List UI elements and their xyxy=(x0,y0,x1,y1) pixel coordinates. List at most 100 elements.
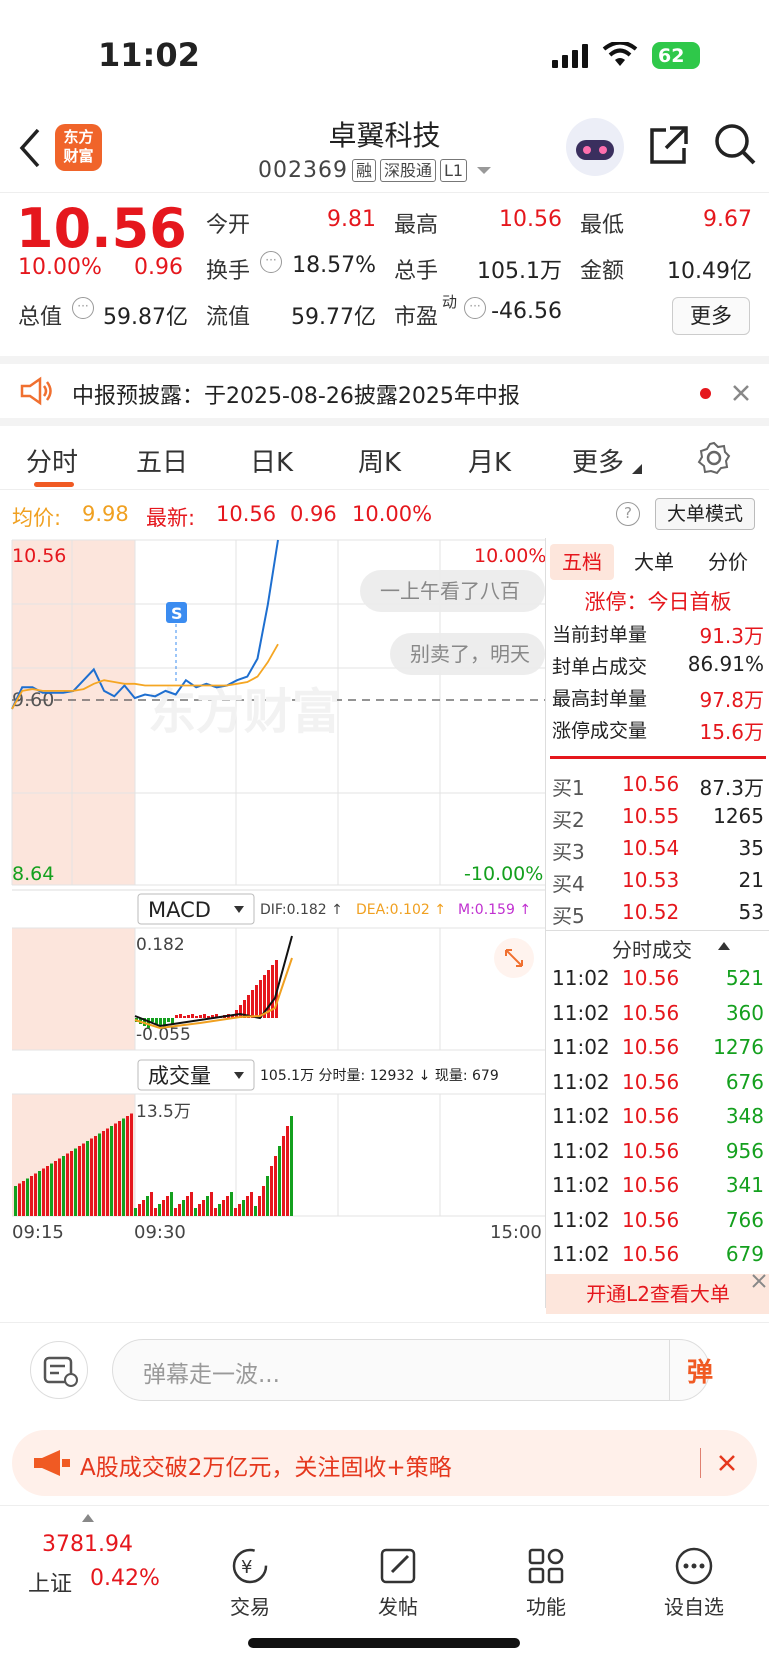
nav-post[interactable]: 发帖 xyxy=(348,1546,448,1620)
volume-bar xyxy=(210,1192,213,1216)
speaker-icon xyxy=(20,376,52,406)
collapse-caret-icon xyxy=(718,942,730,950)
volume-bar xyxy=(226,1196,229,1216)
robot-avatar-icon[interactable] xyxy=(566,118,624,176)
volume-bar xyxy=(22,1181,25,1216)
y-top-label: 10.56 xyxy=(12,545,66,567)
tab-more[interactable]: 更多 xyxy=(572,442,624,479)
volume-bar xyxy=(138,1204,141,1216)
up-caret-icon xyxy=(82,1514,94,1522)
tab-price-dist[interactable]: 分价 xyxy=(708,544,748,580)
macd-bar xyxy=(167,1018,170,1022)
index-name[interactable]: 上证 xyxy=(28,1566,72,1598)
notice-bar[interactable]: 中报预披露：于2025-08-26披露2025年中报 xyxy=(0,356,769,416)
volume-stats: 105.1万 分时量: 12932 ↓ 现量: 679 xyxy=(260,1068,499,1084)
close-icon[interactable] xyxy=(732,384,750,402)
more-dots-icon xyxy=(675,1547,713,1585)
close-icon[interactable] xyxy=(752,1274,766,1288)
macd-bar xyxy=(255,985,258,1018)
danmu-settings-button[interactable] xyxy=(30,1341,88,1399)
ticks-title[interactable]: 分时成交 xyxy=(612,934,692,963)
macd-bar xyxy=(195,1016,198,1018)
nav-functions-label: 功能 xyxy=(526,1595,566,1619)
macd-bar xyxy=(175,1015,178,1018)
divider-red xyxy=(550,756,766,759)
tab-more-caret-icon xyxy=(632,464,642,474)
volume-label: 总手 xyxy=(394,259,439,284)
danmu-bar: 弹幕走一波... 弹 xyxy=(0,1322,769,1418)
index-value[interactable]: 3781.94 xyxy=(42,1532,133,1557)
macd-top-value: 0.182 xyxy=(136,935,185,955)
tab-five-level[interactable]: 五档 xyxy=(550,544,614,580)
last-price: 10.56 xyxy=(16,197,187,260)
volume-bar xyxy=(246,1196,249,1216)
volume-bar xyxy=(202,1200,205,1216)
tab-weekly-k[interactable]: 周K xyxy=(358,442,401,479)
volume-label: 成交量 xyxy=(148,1064,211,1088)
volume-bar xyxy=(102,1131,105,1216)
index-pct[interactable]: 0.42% xyxy=(90,1566,160,1591)
intraday-chart[interactable]: 东方财富 10.56 9.60 8.64 10.00% -10.00% S 一上… xyxy=(0,538,545,1320)
more-button[interactable]: 更多 xyxy=(672,297,750,335)
ad-banner[interactable]: A股成交破2万亿元，关注固收+策略 xyxy=(12,1430,757,1496)
high-label: 最高 xyxy=(394,213,439,238)
open-label: 今开 xyxy=(206,213,251,238)
volume-bar xyxy=(62,1156,65,1216)
volume-bar xyxy=(154,1208,157,1216)
bid-row[interactable]: 买1 10.56 87.3万 xyxy=(552,772,764,801)
bid-row[interactable]: 买3 10.54 35 xyxy=(552,836,764,865)
megaphone-icon xyxy=(34,1450,70,1476)
unread-dot xyxy=(700,388,711,399)
macd-bar xyxy=(251,990,254,1018)
volume-bar xyxy=(218,1204,221,1216)
amount-value: 10.49亿 xyxy=(667,259,752,284)
volume-bar xyxy=(266,1176,269,1216)
volume-bar xyxy=(178,1204,181,1216)
ad-text: A股成交破2万亿元，关注固收+策略 xyxy=(80,1455,452,1481)
bid-row[interactable]: 买5 10.52 53 xyxy=(552,900,764,929)
close-icon[interactable] xyxy=(718,1454,736,1472)
bid-row[interactable]: 买4 10.53 21 xyxy=(552,868,764,897)
nav-trade[interactable]: ¥ 交易 xyxy=(200,1546,300,1620)
volume-bar xyxy=(134,1208,137,1216)
danmu-send-button[interactable]: 弹 xyxy=(687,1352,713,1389)
macd-bar xyxy=(259,980,262,1018)
order-book-panel: 五档 大单 分价 涨停：今日首板 当前封单量 91.3万 封单占成交 86.91% … xyxy=(545,538,769,1314)
volume-bar xyxy=(270,1166,273,1216)
tab-five-day[interactable]: 五日 xyxy=(136,442,188,479)
seal-stat-row: 涨停成交量 15.6万 xyxy=(552,720,764,744)
settings-gear-icon[interactable] xyxy=(696,440,732,476)
volume-bar xyxy=(234,1208,237,1216)
search-icon[interactable] xyxy=(713,122,757,166)
volume-bar xyxy=(214,1208,217,1216)
volume-bar xyxy=(250,1192,253,1216)
volume-value: 105.1万 xyxy=(477,259,562,284)
danmu-input[interactable]: 弹幕走一波... 弹 xyxy=(112,1339,713,1401)
stock-code-row[interactable]: 002369 融 深股通 L1 xyxy=(258,158,493,183)
tick-row: 11:02 10.56 679 xyxy=(552,1242,764,1266)
l2-promo[interactable]: 开通L2查看大单 xyxy=(546,1274,769,1314)
info-dots-icon[interactable]: ··· xyxy=(464,297,486,319)
big-order-mode-button[interactable]: 大单模式 xyxy=(655,498,755,530)
help-icon[interactable]: ? xyxy=(616,502,640,526)
nav-functions[interactable]: 功能 xyxy=(496,1546,596,1620)
tab-monthly-k[interactable]: 月K xyxy=(468,442,511,479)
info-dots-icon[interactable]: ··· xyxy=(260,251,282,273)
nav-add-watchlist[interactable]: 设自选 xyxy=(644,1546,744,1620)
info-dots-icon[interactable]: ··· xyxy=(72,297,94,319)
share-icon[interactable] xyxy=(648,124,690,166)
tab-big-order[interactable]: 大单 xyxy=(634,544,674,580)
bid-row[interactable]: 买2 10.55 1265 xyxy=(552,804,764,833)
open-value: 9.81 xyxy=(327,207,376,232)
volume-bar xyxy=(290,1116,293,1216)
tick-row: 11:02 10.56 766 xyxy=(552,1207,764,1232)
volume-bar xyxy=(194,1208,197,1216)
tab-intraday[interactable]: 分时 xyxy=(26,442,78,479)
volume-bar xyxy=(58,1158,61,1216)
macd-dea: DEA:0.102 ↑ xyxy=(356,902,446,918)
tab-daily-k[interactable]: 日K xyxy=(250,442,293,479)
danmu-placeholder: 弹幕走一波... xyxy=(143,1362,280,1388)
dropdown-caret-icon xyxy=(477,166,492,174)
status-bar: 11:02 62 xyxy=(0,0,769,110)
pe-value: -46.56 xyxy=(491,299,562,324)
